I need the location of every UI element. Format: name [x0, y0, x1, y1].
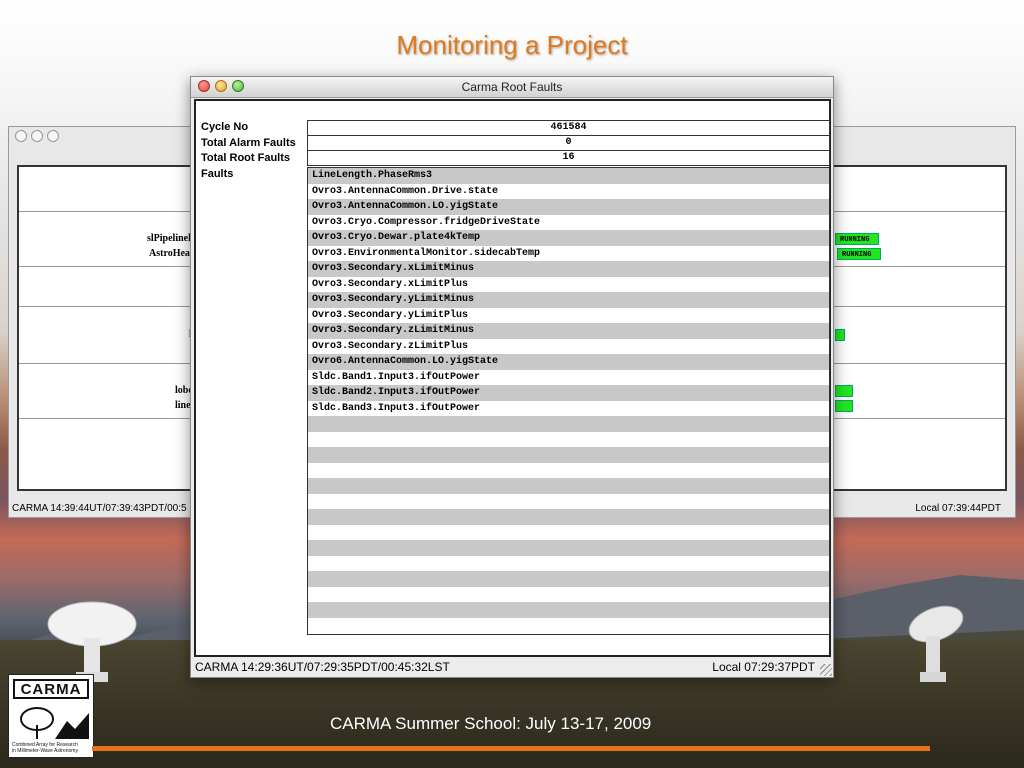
- fault-row[interactable]: Ovro3.Secondary.yLimitPlus: [308, 308, 829, 324]
- fault-row[interactable]: [308, 447, 829, 463]
- window-controls[interactable]: [15, 130, 59, 142]
- total-alarm-faults-value: 0: [307, 135, 830, 151]
- cycle-no-value: 461584: [307, 120, 830, 136]
- footer-rule: [92, 746, 930, 751]
- faults-panel: Cycle No 461584 Total Alarm Faults 0 Tot…: [194, 99, 831, 657]
- maximize-icon[interactable]: [47, 130, 59, 142]
- status-badge: [835, 385, 853, 397]
- total-root-faults-label: Total Root Faults: [201, 152, 291, 164]
- fault-row[interactable]: [308, 587, 829, 603]
- footer-text: CARMA Summer School: July 13-17, 2009: [330, 714, 652, 733]
- fault-row[interactable]: Ovro3.Secondary.xLimitPlus: [308, 277, 829, 293]
- carma-logo: CARMA Combined Array for Research in Mil…: [8, 674, 94, 758]
- faults-list[interactable]: LineLength.PhaseRms3 Ovro3.AntennaCommon.…: [307, 167, 830, 635]
- fault-row[interactable]: [308, 509, 829, 525]
- resize-grip-icon[interactable]: [820, 664, 832, 676]
- fault-row[interactable]: [308, 494, 829, 510]
- running-badge: RUNNING: [837, 248, 881, 260]
- logo-tagline-line-2: in Millimeter-Wave Astronomy: [12, 748, 78, 754]
- fault-row[interactable]: Ovro3.AntennaCommon.Drive.state: [308, 184, 829, 200]
- fault-row[interactable]: Ovro3.Secondary.zLimitPlus: [308, 339, 829, 355]
- carma-root-faults-window[interactable]: Carma Root Faults Cycle No 461584 Total …: [190, 76, 834, 678]
- fault-row[interactable]: [308, 416, 829, 432]
- fault-row[interactable]: Sldc.Band1.Input3.ifOutPower: [308, 370, 829, 386]
- antenna-dish-icon: [908, 605, 964, 682]
- logo-tagline: Combined Array for Research in Millimete…: [12, 742, 92, 754]
- running-badge: RUNNING: [835, 233, 879, 245]
- astrohead-label: AstroHead: [149, 248, 196, 259]
- status-badge: [835, 329, 845, 341]
- fault-row[interactable]: LineLength.PhaseRms3: [308, 168, 829, 184]
- fault-row[interactable]: Ovro3.Secondary.yLimitMinus: [308, 292, 829, 308]
- fault-row[interactable]: Sldc.Band2.Input3.ifOutPower: [308, 385, 829, 401]
- fault-row[interactable]: Ovro3.AntennaCommon.LO.yigState: [308, 199, 829, 215]
- logo-name: CARMA: [13, 679, 89, 699]
- window-status-right: Local 07:29:37PDT: [712, 660, 815, 674]
- fault-row[interactable]: Ovro3.EnvironmentalMonitor.sidecabTemp: [308, 246, 829, 262]
- window-status-left: CARMA 14:29:36UT/07:29:35PDT/00:45:32LST: [195, 660, 450, 674]
- faults-label: Faults: [201, 168, 234, 180]
- fault-row[interactable]: [308, 525, 829, 541]
- slide-title: Monitoring a Project: [396, 30, 628, 60]
- fault-row[interactable]: [308, 478, 829, 494]
- logo-dish-icon: [20, 707, 89, 739]
- background-status-left: CARMA 14:39:44UT/07:39:43PDT/00:5: [12, 503, 187, 514]
- fault-row[interactable]: Ovro3.Cryo.Dewar.plate4kTemp: [308, 230, 829, 246]
- fault-row[interactable]: Ovro6.AntennaCommon.LO.yigState: [308, 354, 829, 370]
- fault-row[interactable]: Ovro3.Secondary.xLimitMinus: [308, 261, 829, 277]
- fault-row[interactable]: [308, 602, 829, 618]
- fault-row[interactable]: [308, 432, 829, 448]
- minimize-icon[interactable]: [31, 130, 43, 142]
- background-status-right: Local 07:39:44PDT: [915, 503, 1001, 514]
- fault-row[interactable]: [308, 540, 829, 556]
- fault-row[interactable]: [308, 618, 829, 634]
- window-title: Carma Root Faults: [461, 80, 563, 94]
- fault-row[interactable]: Ovro3.Cryo.Compressor.fridgeDriveState: [308, 215, 829, 231]
- fault-row[interactable]: [308, 571, 829, 587]
- pipeline-label: slPipelinel: [147, 233, 191, 244]
- total-alarm-faults-label: Total Alarm Faults: [201, 137, 296, 149]
- total-root-faults-value: 16: [307, 150, 830, 166]
- fault-row[interactable]: [308, 556, 829, 572]
- fault-row[interactable]: Sldc.Band3.Input3.ifOutPower: [308, 401, 829, 417]
- close-icon[interactable]: [15, 130, 27, 142]
- fault-row[interactable]: Ovro3.Secondary.zLimitMinus: [308, 323, 829, 339]
- cycle-no-label: Cycle No: [201, 121, 249, 133]
- status-badge: [835, 400, 853, 412]
- fault-row[interactable]: [308, 463, 829, 479]
- window-titlebar[interactable]: Carma Root Faults: [191, 77, 833, 98]
